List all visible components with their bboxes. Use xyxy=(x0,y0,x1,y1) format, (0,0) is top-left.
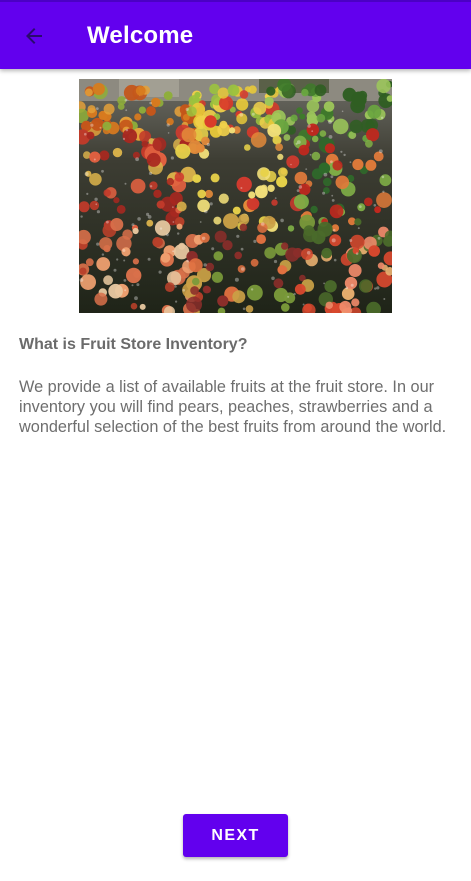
back-button[interactable] xyxy=(12,14,56,58)
page-title: Welcome xyxy=(87,22,194,49)
section-heading: What is Fruit Store Inventory? xyxy=(19,336,248,353)
app-bar: Welcome xyxy=(0,0,471,69)
fruit-market-image xyxy=(79,79,392,313)
arrow-back-icon xyxy=(26,28,42,44)
welcome-screen: Welcome What is Fruit Store Inventory? W… xyxy=(0,0,471,881)
description-text: We provide a list of available fruits at… xyxy=(19,378,447,436)
next-button[interactable]: NEXT xyxy=(183,814,288,857)
